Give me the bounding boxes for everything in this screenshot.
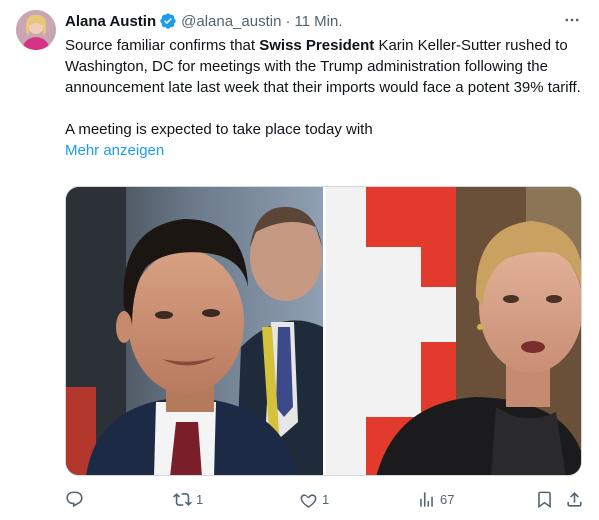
retweet-button[interactable]: 1 xyxy=(173,488,203,510)
views-button[interactable]: 67 xyxy=(417,488,454,510)
author-name[interactable]: Alana Austin xyxy=(65,13,156,30)
tweet-text-bold: Swiss President xyxy=(259,37,375,54)
avatar-image xyxy=(16,10,56,50)
views-chart-icon xyxy=(420,491,433,507)
timestamp[interactable]: 11 Min. xyxy=(294,13,342,30)
like-count: 1 xyxy=(322,491,330,507)
avatar[interactable] xyxy=(16,10,56,50)
tweet[interactable]: Alana Austin @alana_austin · 11 Min. Sou… xyxy=(0,0,599,520)
photo-man[interactable] xyxy=(66,187,323,475)
reply-icon xyxy=(66,491,83,507)
like-button[interactable]: 1 xyxy=(299,488,329,510)
photo-woman[interactable] xyxy=(326,187,581,475)
tweet-text: Source familiar confirms that Swiss Pres… xyxy=(65,35,585,161)
share-icon xyxy=(567,491,582,507)
media-grid xyxy=(65,186,582,476)
bookmark-button[interactable] xyxy=(535,488,554,510)
photo-man-image xyxy=(66,187,323,475)
tweet-header: Alana Austin @alana_austin · 11 Min. xyxy=(65,11,343,31)
more-dots-icon[interactable] xyxy=(563,11,581,29)
retweet-count: 1 xyxy=(196,491,204,507)
photo-woman-image xyxy=(326,187,581,475)
tweet-text-part: Source familiar confirms that xyxy=(65,37,260,54)
share-button[interactable] xyxy=(565,488,584,510)
tweet-paragraph-2: A meeting is expected to take place toda… xyxy=(65,121,373,138)
tweet-paragraph-1: Source familiar confirms that Swiss Pres… xyxy=(65,35,585,98)
separator-dot: · xyxy=(285,12,291,30)
bookmark-icon xyxy=(538,491,551,508)
reply-button[interactable] xyxy=(65,488,88,510)
author-handle[interactable]: @alana_austin xyxy=(181,13,281,30)
show-more-link[interactable]: Mehr anzeigen xyxy=(65,142,164,159)
action-bar: 1 1 67 xyxy=(65,488,585,510)
verified-badge-icon[interactable] xyxy=(159,12,177,30)
retweet-icon xyxy=(173,492,192,506)
heart-icon xyxy=(300,493,317,508)
views-count: 67 xyxy=(440,491,455,507)
